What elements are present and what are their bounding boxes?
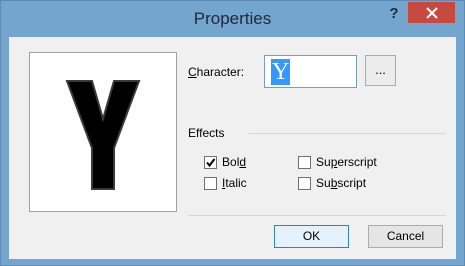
properties-dialog: Properties ? Character: Y ... Effects Bo… (0, 0, 465, 266)
checkmark-icon (206, 157, 216, 167)
effects-group-label: Effects (188, 126, 225, 140)
italic-checkbox[interactable]: Italic (204, 176, 247, 190)
browse-character-button[interactable]: ... (365, 55, 396, 86)
glyph-preview-image (65, 80, 141, 190)
character-label: Character: (188, 65, 245, 79)
button-separator (188, 215, 446, 216)
ok-button[interactable]: OK (274, 225, 349, 248)
close-button[interactable] (408, 2, 455, 23)
italic-checkbox-box[interactable] (204, 176, 217, 190)
character-input[interactable]: Y (264, 55, 357, 88)
bold-label: Bold (222, 155, 247, 169)
character-input-value: Y (271, 59, 291, 85)
subscript-checkbox-box[interactable] (298, 176, 311, 190)
effects-group-divider (249, 133, 446, 134)
superscript-checkbox-box[interactable] (298, 155, 311, 169)
help-button[interactable]: ? (383, 5, 405, 25)
bold-checkbox-box[interactable] (204, 155, 217, 169)
dialog-body: Character: Y ... Effects Bold Italic Sup… (9, 37, 456, 259)
close-icon (425, 6, 438, 19)
italic-label: Italic (222, 176, 247, 190)
character-preview (29, 52, 177, 212)
superscript-label: Superscript (316, 155, 377, 169)
cancel-button[interactable]: Cancel (368, 225, 443, 248)
bold-checkbox[interactable]: Bold (204, 155, 246, 169)
subscript-label: Subscript (316, 176, 367, 190)
title-bar[interactable]: Properties ? (1, 1, 464, 37)
subscript-checkbox[interactable]: Subscript (298, 176, 366, 190)
superscript-checkbox[interactable]: Superscript (298, 155, 377, 169)
